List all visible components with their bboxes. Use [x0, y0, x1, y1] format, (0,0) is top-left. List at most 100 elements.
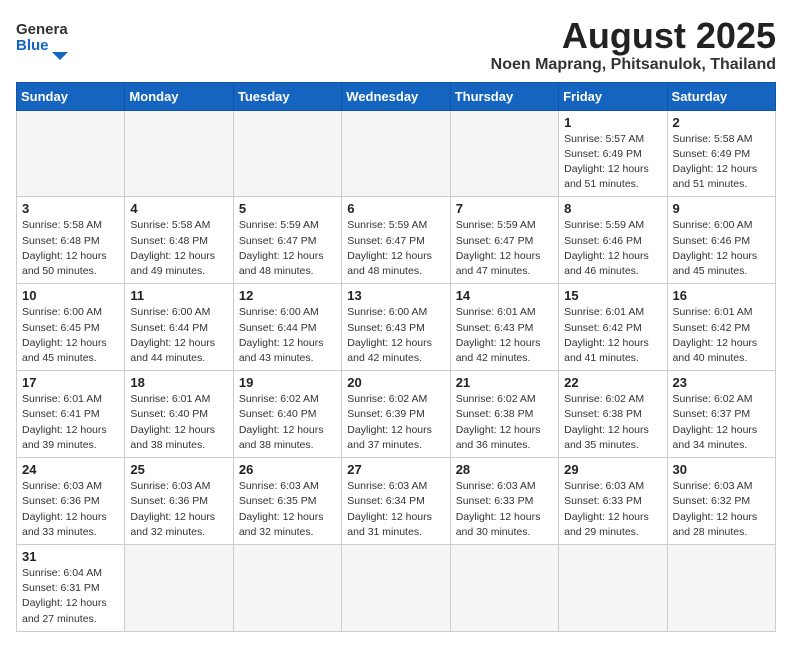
- calendar-week-5: 24 Sunrise: 6:03 AM Sunset: 6:36 PM Dayli…: [17, 458, 776, 545]
- day-info: Sunrise: 6:03 AM Sunset: 6:35 PM Dayligh…: [239, 479, 336, 540]
- calendar-week-1: 1Sunrise: 5:57 AM Sunset: 6:49 PM Daylig…: [17, 110, 776, 197]
- calendar-cell: 20 Sunrise: 6:02 AM Sunset: 6:39 PM Dayli…: [342, 371, 450, 458]
- day-info: Sunrise: 6:03 AM Sunset: 6:34 PM Dayligh…: [347, 479, 444, 540]
- day-info: Sunrise: 5:59 AM Sunset: 6:46 PM Dayligh…: [564, 218, 661, 279]
- day-number: 8: [564, 201, 661, 216]
- day-info: Sunrise: 6:02 AM Sunset: 6:37 PM Dayligh…: [673, 392, 770, 453]
- page-header: General Blue August 2025 Noen Maprang, P…: [16, 16, 776, 74]
- day-number: 16: [673, 288, 770, 303]
- day-info: Sunrise: 5:59 AM Sunset: 6:47 PM Dayligh…: [347, 218, 444, 279]
- day-number: 20: [347, 375, 444, 390]
- day-info: Sunrise: 5:59 AM Sunset: 6:47 PM Dayligh…: [239, 218, 336, 279]
- day-number: 12: [239, 288, 336, 303]
- day-number: 17: [22, 375, 119, 390]
- calendar-cell: 22Sunrise: 6:02 AM Sunset: 6:38 PM Dayli…: [559, 371, 667, 458]
- calendar-cell: [450, 110, 558, 197]
- calendar-cell: 28Sunrise: 6:03 AM Sunset: 6:33 PM Dayli…: [450, 458, 558, 545]
- day-number: 7: [456, 201, 553, 216]
- calendar-cell: 14Sunrise: 6:01 AM Sunset: 6:43 PM Dayli…: [450, 284, 558, 371]
- day-number: 10: [22, 288, 119, 303]
- day-header-tuesday: Tuesday: [233, 82, 341, 110]
- calendar-cell: 8 Sunrise: 5:59 AM Sunset: 6:46 PM Daylig…: [559, 197, 667, 284]
- day-info: Sunrise: 6:02 AM Sunset: 6:38 PM Dayligh…: [456, 392, 553, 453]
- day-number: 6: [347, 201, 444, 216]
- calendar-week-6: 31Sunrise: 6:04 AM Sunset: 6:31 PM Dayli…: [17, 544, 776, 631]
- day-number: 18: [130, 375, 227, 390]
- day-number: 19: [239, 375, 336, 390]
- calendar-cell: 9 Sunrise: 6:00 AM Sunset: 6:46 PM Daylig…: [667, 197, 775, 284]
- calendar-cell: [559, 544, 667, 631]
- calendar-cell: 26 Sunrise: 6:03 AM Sunset: 6:35 PM Dayli…: [233, 458, 341, 545]
- calendar-cell: [342, 110, 450, 197]
- day-number: 13: [347, 288, 444, 303]
- month-title: August 2025: [491, 16, 776, 56]
- calendar-cell: [233, 110, 341, 197]
- day-number: 15: [564, 288, 661, 303]
- day-info: Sunrise: 6:02 AM Sunset: 6:39 PM Dayligh…: [347, 392, 444, 453]
- calendar-cell: 31Sunrise: 6:04 AM Sunset: 6:31 PM Dayli…: [17, 544, 125, 631]
- day-info: Sunrise: 6:03 AM Sunset: 6:36 PM Dayligh…: [130, 479, 227, 540]
- day-number: 24: [22, 462, 119, 477]
- calendar-cell: 19 Sunrise: 6:02 AM Sunset: 6:40 PM Dayli…: [233, 371, 341, 458]
- calendar-cell: [342, 544, 450, 631]
- day-info: Sunrise: 6:01 AM Sunset: 6:41 PM Dayligh…: [22, 392, 119, 453]
- title-area: August 2025 Noen Maprang, Phitsanulok, T…: [491, 16, 776, 74]
- day-info: Sunrise: 6:03 AM Sunset: 6:32 PM Dayligh…: [673, 479, 770, 540]
- day-number: 31: [22, 549, 119, 564]
- day-info: Sunrise: 6:03 AM Sunset: 6:36 PM Dayligh…: [22, 479, 119, 540]
- day-info: Sunrise: 6:00 AM Sunset: 6:45 PM Dayligh…: [22, 305, 119, 366]
- calendar-week-3: 10 Sunrise: 6:00 AM Sunset: 6:45 PM Dayli…: [17, 284, 776, 371]
- day-number: 11: [130, 288, 227, 303]
- day-header-friday: Friday: [559, 82, 667, 110]
- day-info: Sunrise: 5:59 AM Sunset: 6:47 PM Dayligh…: [456, 218, 553, 279]
- calendar-cell: 29Sunrise: 6:03 AM Sunset: 6:33 PM Dayli…: [559, 458, 667, 545]
- day-info: Sunrise: 6:00 AM Sunset: 6:46 PM Dayligh…: [673, 218, 770, 279]
- logo: General Blue: [16, 16, 68, 60]
- calendar-cell: 5Sunrise: 5:59 AM Sunset: 6:47 PM Daylig…: [233, 197, 341, 284]
- day-number: 9: [673, 201, 770, 216]
- day-info: Sunrise: 6:01 AM Sunset: 6:40 PM Dayligh…: [130, 392, 227, 453]
- calendar-cell: [667, 544, 775, 631]
- calendar-cell: 23 Sunrise: 6:02 AM Sunset: 6:37 PM Dayli…: [667, 371, 775, 458]
- day-header-monday: Monday: [125, 82, 233, 110]
- location-title: Noen Maprang, Phitsanulok, Thailand: [491, 56, 776, 74]
- calendar-cell: [125, 110, 233, 197]
- day-info: Sunrise: 5:58 AM Sunset: 6:48 PM Dayligh…: [130, 218, 227, 279]
- day-info: Sunrise: 6:01 AM Sunset: 6:42 PM Dayligh…: [564, 305, 661, 366]
- calendar-cell: 18 Sunrise: 6:01 AM Sunset: 6:40 PM Dayli…: [125, 371, 233, 458]
- day-number: 30: [673, 462, 770, 477]
- calendar-cell: 25 Sunrise: 6:03 AM Sunset: 6:36 PM Dayli…: [125, 458, 233, 545]
- calendar-cell: 21Sunrise: 6:02 AM Sunset: 6:38 PM Dayli…: [450, 371, 558, 458]
- day-number: 23: [673, 375, 770, 390]
- svg-text:General: General: [16, 21, 68, 38]
- day-number: 25: [130, 462, 227, 477]
- day-info: Sunrise: 6:00 AM Sunset: 6:44 PM Dayligh…: [239, 305, 336, 366]
- calendar-cell: 27 Sunrise: 6:03 AM Sunset: 6:34 PM Dayli…: [342, 458, 450, 545]
- logo-icon: General Blue: [16, 16, 68, 60]
- calendar-cell: 17 Sunrise: 6:01 AM Sunset: 6:41 PM Dayli…: [17, 371, 125, 458]
- calendar-table: SundayMondayTuesdayWednesdayThursdayFrid…: [16, 82, 776, 632]
- calendar-cell: 11 Sunrise: 6:00 AM Sunset: 6:44 PM Dayli…: [125, 284, 233, 371]
- calendar-cell: 15 Sunrise: 6:01 AM Sunset: 6:42 PM Dayli…: [559, 284, 667, 371]
- calendar-cell: 6 Sunrise: 5:59 AM Sunset: 6:47 PM Daylig…: [342, 197, 450, 284]
- calendar-cell: 16 Sunrise: 6:01 AM Sunset: 6:42 PM Dayli…: [667, 284, 775, 371]
- day-info: Sunrise: 5:58 AM Sunset: 6:48 PM Dayligh…: [22, 218, 119, 279]
- calendar-cell: [17, 110, 125, 197]
- day-info: Sunrise: 5:57 AM Sunset: 6:49 PM Dayligh…: [564, 132, 661, 193]
- day-number: 22: [564, 375, 661, 390]
- day-info: Sunrise: 6:00 AM Sunset: 6:44 PM Dayligh…: [130, 305, 227, 366]
- day-number: 3: [22, 201, 119, 216]
- calendar-cell: 2Sunrise: 5:58 AM Sunset: 6:49 PM Daylig…: [667, 110, 775, 197]
- day-info: Sunrise: 6:02 AM Sunset: 6:40 PM Dayligh…: [239, 392, 336, 453]
- calendar-cell: 24 Sunrise: 6:03 AM Sunset: 6:36 PM Dayli…: [17, 458, 125, 545]
- day-info: Sunrise: 6:01 AM Sunset: 6:42 PM Dayligh…: [673, 305, 770, 366]
- day-number: 26: [239, 462, 336, 477]
- day-info: Sunrise: 6:00 AM Sunset: 6:43 PM Dayligh…: [347, 305, 444, 366]
- day-number: 29: [564, 462, 661, 477]
- calendar-cell: 10 Sunrise: 6:00 AM Sunset: 6:45 PM Dayli…: [17, 284, 125, 371]
- day-number: 28: [456, 462, 553, 477]
- day-number: 27: [347, 462, 444, 477]
- calendar-cell: [450, 544, 558, 631]
- day-info: Sunrise: 6:01 AM Sunset: 6:43 PM Dayligh…: [456, 305, 553, 366]
- calendar-week-2: 3 Sunrise: 5:58 AM Sunset: 6:48 PM Daylig…: [17, 197, 776, 284]
